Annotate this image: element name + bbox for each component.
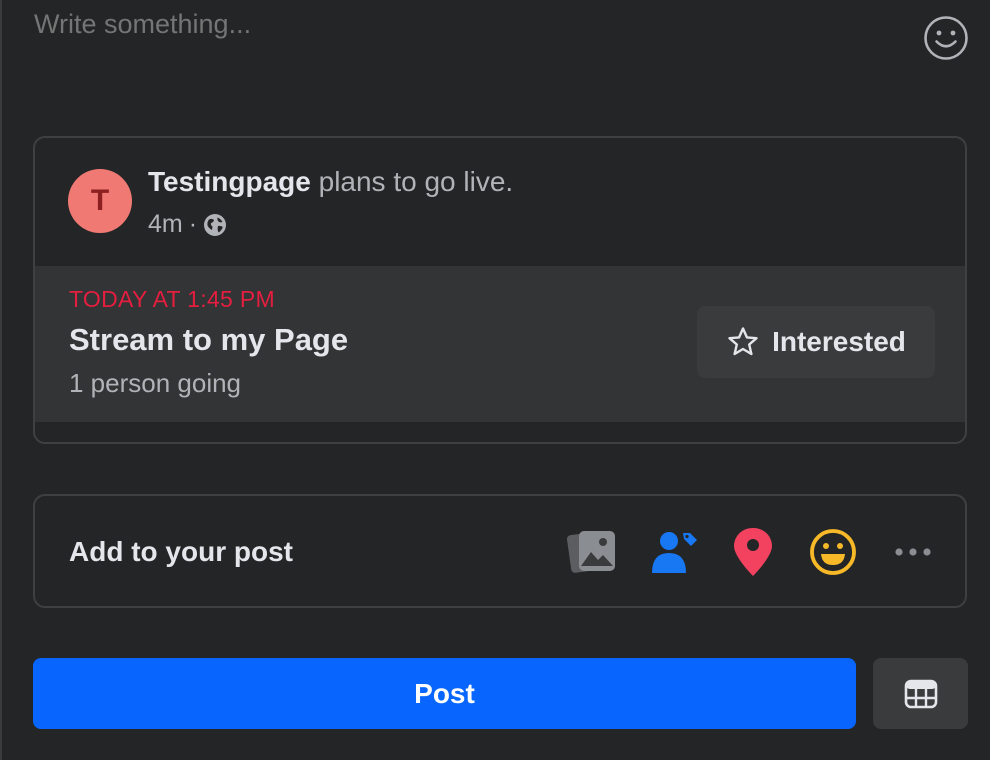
dialog-border [0, 0, 2, 760]
add-to-post-label: Add to your post [69, 536, 293, 567]
star-icon [726, 325, 760, 359]
event-details: TODAY AT 1:45 PM Stream to my Page 1 per… [35, 266, 965, 422]
author-line: Testingpage plans to go live. [148, 166, 513, 198]
feeling-emoji-icon[interactable] [805, 524, 861, 580]
event-going-count: 1 person going [69, 368, 242, 398]
create-post-dialog: T Testingpage plans to go live. 4m · TOD… [0, 0, 990, 760]
event-title[interactable]: Stream to my Page [69, 322, 348, 358]
interested-label: Interested [772, 326, 906, 357]
smiley-icon[interactable] [920, 12, 972, 64]
globe-icon [203, 213, 227, 237]
tag-people-icon[interactable] [645, 524, 701, 580]
live-event-preview-card: T Testingpage plans to go live. 4m · TOD… [33, 136, 967, 444]
post-time[interactable]: 4m [148, 210, 183, 239]
schedule-button[interactable] [873, 658, 968, 729]
author-name[interactable]: Testingpage [148, 166, 311, 197]
photo-video-icon[interactable] [565, 524, 621, 580]
location-pin-icon[interactable] [725, 524, 781, 580]
calendar-icon [904, 678, 938, 710]
interested-button[interactable]: Interested [697, 306, 935, 378]
meta-separator: · [188, 210, 198, 238]
add-to-post-bar: Add to your post [33, 494, 967, 608]
post-meta: 4m · [148, 210, 227, 239]
post-text-input[interactable] [34, 4, 894, 44]
event-date: TODAY AT 1:45 PM [69, 286, 275, 312]
author-action-text: plans to go live. [310, 166, 514, 197]
more-options-icon[interactable] [885, 524, 941, 580]
avatar-letter: T [90, 184, 110, 217]
avatar: T [68, 169, 132, 233]
post-button[interactable]: Post [33, 658, 856, 729]
